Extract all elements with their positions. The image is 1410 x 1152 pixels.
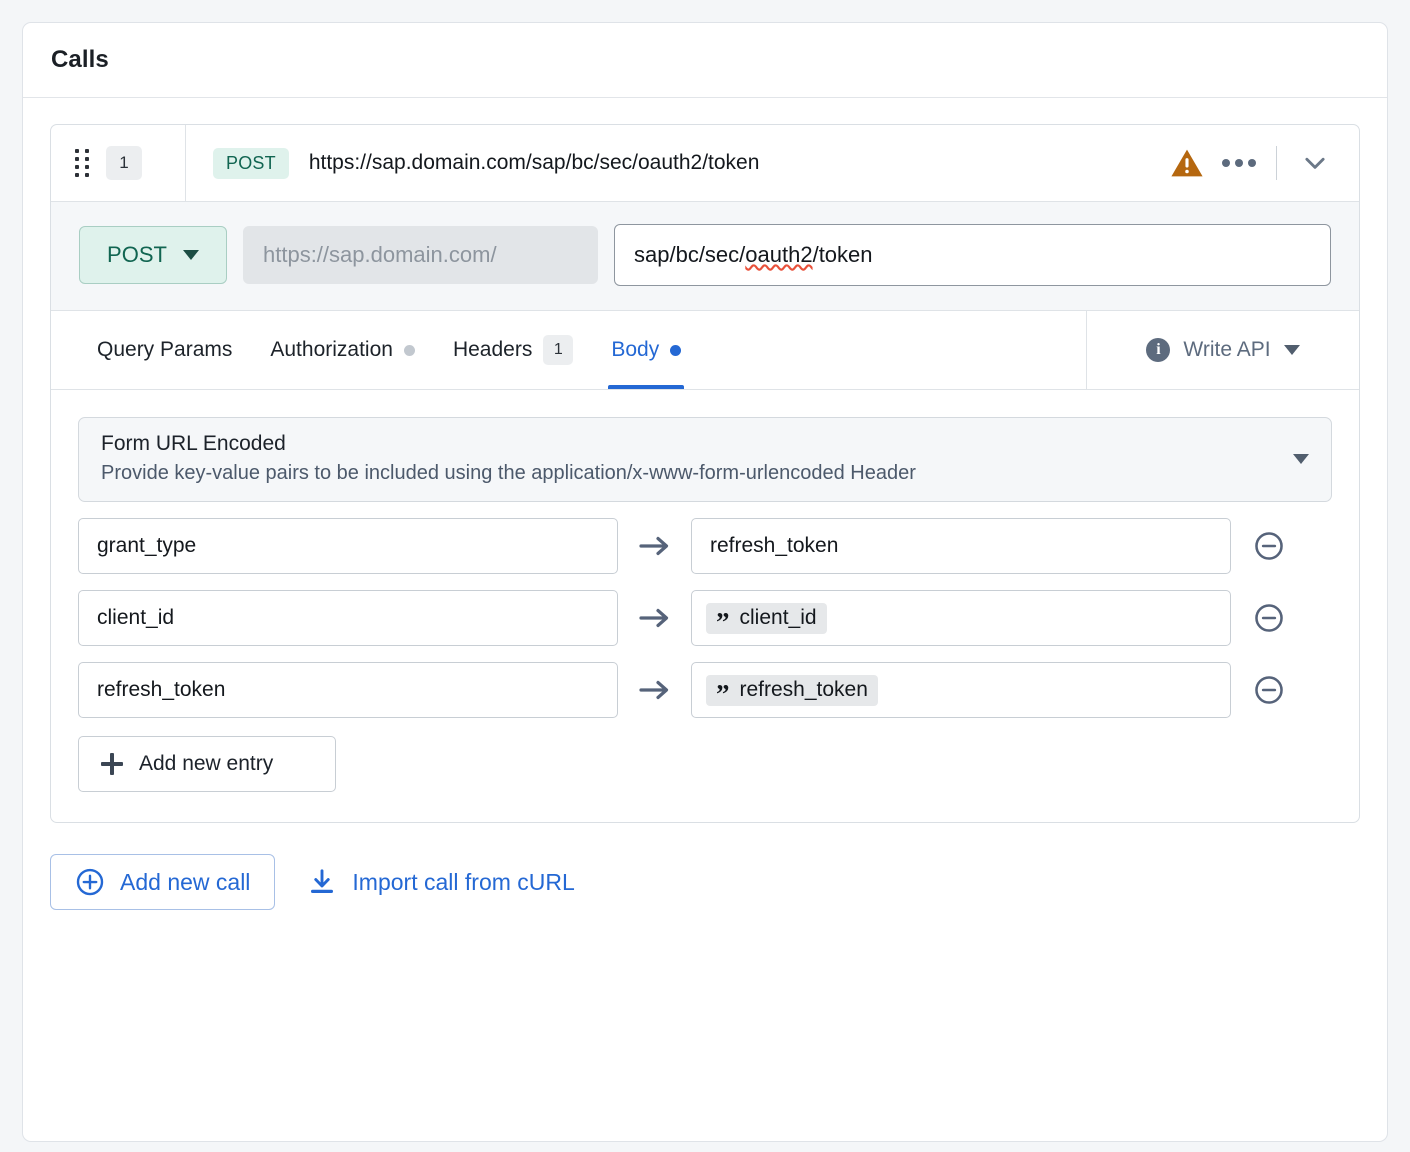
entry-value-text: refresh_token bbox=[739, 677, 868, 701]
call-summary-main: POST https://sap.domain.com/sap/bc/sec/o… bbox=[186, 147, 1170, 179]
host-prefix-value: https://sap.domain.com/ bbox=[263, 242, 497, 267]
more-options-icon[interactable] bbox=[1204, 149, 1270, 177]
quote-icon: ” bbox=[716, 607, 730, 638]
download-icon bbox=[311, 869, 334, 893]
call-summary-actions bbox=[1170, 143, 1359, 183]
request-tabs-list: Query Params Authorization Headers 1 Bod… bbox=[51, 311, 1086, 389]
call-item: 1 POST https://sap.domain.com/sap/bc/sec… bbox=[50, 124, 1360, 823]
plus-icon bbox=[101, 753, 123, 775]
url-editor-strip: POST https://sap.domain.com/ sap/bc/sec/… bbox=[51, 202, 1359, 311]
calls-body: 1 POST https://sap.domain.com/sap/bc/sec… bbox=[23, 98, 1387, 940]
call-method-badge: POST bbox=[213, 147, 289, 179]
entry-value-text: client_id bbox=[739, 605, 817, 629]
remove-entry-button[interactable] bbox=[1231, 530, 1307, 562]
entry-key-input[interactable]: client_id bbox=[78, 590, 618, 646]
add-new-entry-button[interactable]: Add new entry bbox=[78, 736, 336, 792]
body-panel: Form URL Encoded Provide key-value pairs… bbox=[51, 390, 1359, 822]
plus-circle-icon bbox=[76, 868, 104, 896]
variable-token-chip: ” refresh_token bbox=[706, 674, 878, 710]
tab-body[interactable]: Body bbox=[592, 311, 700, 389]
arrow-right-icon bbox=[618, 605, 691, 631]
encoding-text: Form URL Encoded Provide key-value pairs… bbox=[101, 432, 1293, 485]
footer-actions: Add new call Import call from cURL bbox=[50, 854, 1360, 910]
call-handle-zone: 1 bbox=[51, 125, 186, 201]
drag-handle-icon[interactable] bbox=[75, 149, 89, 177]
quote-icon: ” bbox=[716, 679, 730, 710]
form-entry-row: refresh_token ” refresh_token bbox=[78, 662, 1332, 718]
entry-value-input[interactable]: ” client_id bbox=[691, 590, 1231, 646]
encoding-subtitle: Provide key-value pairs to be included u… bbox=[101, 462, 916, 484]
page-title: Calls bbox=[51, 46, 109, 73]
chevron-down-icon bbox=[182, 250, 199, 260]
arrow-right-icon bbox=[618, 533, 691, 559]
entry-value-text: refresh_token bbox=[710, 534, 839, 557]
entry-key-value: client_id bbox=[97, 606, 175, 629]
form-entry-row: client_id ” client_id bbox=[78, 590, 1332, 646]
encoding-select[interactable]: Form URL Encoded Provide key-value pairs… bbox=[78, 417, 1332, 502]
write-api-label: Write API bbox=[1183, 338, 1271, 361]
collapse-chevron-icon[interactable] bbox=[1293, 143, 1337, 183]
info-icon: i bbox=[1146, 338, 1171, 362]
status-dot-icon bbox=[670, 344, 682, 356]
encoding-title: Form URL Encoded bbox=[101, 432, 286, 455]
tab-authorization[interactable]: Authorization bbox=[251, 311, 434, 389]
entry-key-input[interactable]: refresh_token bbox=[78, 662, 618, 718]
path-suffix: /token bbox=[812, 242, 873, 267]
tab-label: Query Params bbox=[97, 338, 233, 361]
tab-label: Body bbox=[611, 338, 660, 361]
remove-entry-button[interactable] bbox=[1231, 602, 1307, 634]
host-prefix-field: https://sap.domain.com/ bbox=[243, 226, 598, 284]
entry-key-value: grant_type bbox=[97, 534, 197, 557]
arrow-right-icon bbox=[618, 677, 691, 703]
call-url-text: https://sap.domain.com/sap/bc/sec/oauth2… bbox=[308, 151, 760, 174]
path-misspelled-segment: oauth2 bbox=[745, 242, 813, 267]
entry-value-input[interactable]: refresh_token bbox=[691, 518, 1231, 574]
action-divider bbox=[1276, 146, 1277, 180]
add-new-entry-label: Add new entry bbox=[139, 752, 274, 775]
write-api-selector[interactable]: i Write API bbox=[1086, 311, 1359, 389]
headers-count-badge: 1 bbox=[543, 335, 574, 365]
calls-header: Calls bbox=[23, 23, 1387, 98]
variable-token-chip: ” client_id bbox=[706, 602, 827, 638]
chevron-down-icon bbox=[1293, 453, 1309, 464]
entry-key-input[interactable]: grant_type bbox=[78, 518, 618, 574]
status-dot-icon bbox=[403, 344, 415, 356]
call-index-badge: 1 bbox=[106, 146, 142, 180]
request-tabs: Query Params Authorization Headers 1 Bod… bbox=[51, 311, 1359, 390]
path-input[interactable]: sap/bc/sec/oauth2/token bbox=[614, 224, 1331, 286]
page-root: Calls 1 POST https://sap.domain.com/sap/… bbox=[0, 0, 1410, 1152]
form-entry-row: grant_type refresh_token bbox=[78, 518, 1332, 574]
path-prefix: sap/bc/sec/ bbox=[634, 242, 746, 267]
method-select[interactable]: POST bbox=[79, 226, 227, 284]
add-new-call-button[interactable]: Add new call bbox=[50, 854, 276, 910]
add-new-call-label: Add new call bbox=[120, 868, 251, 895]
tab-query-params[interactable]: Query Params bbox=[78, 311, 251, 389]
chevron-down-icon bbox=[1283, 345, 1300, 355]
entry-key-value: refresh_token bbox=[97, 678, 226, 701]
tab-label: Headers bbox=[452, 338, 533, 361]
tab-label: Authorization bbox=[270, 338, 393, 361]
call-summary-row[interactable]: 1 POST https://sap.domain.com/sap/bc/sec… bbox=[51, 125, 1359, 202]
entry-value-input[interactable]: ” refresh_token bbox=[691, 662, 1231, 718]
remove-entry-button[interactable] bbox=[1231, 674, 1307, 706]
tab-headers[interactable]: Headers 1 bbox=[434, 311, 592, 389]
warning-triangle-icon bbox=[1170, 146, 1204, 180]
calls-card: Calls 1 POST https://sap.domain.com/sap/… bbox=[22, 22, 1388, 1142]
import-curl-button[interactable]: Import call from cURL bbox=[303, 867, 578, 897]
import-curl-label: Import call from cURL bbox=[352, 868, 575, 895]
method-select-value: POST bbox=[107, 242, 167, 267]
